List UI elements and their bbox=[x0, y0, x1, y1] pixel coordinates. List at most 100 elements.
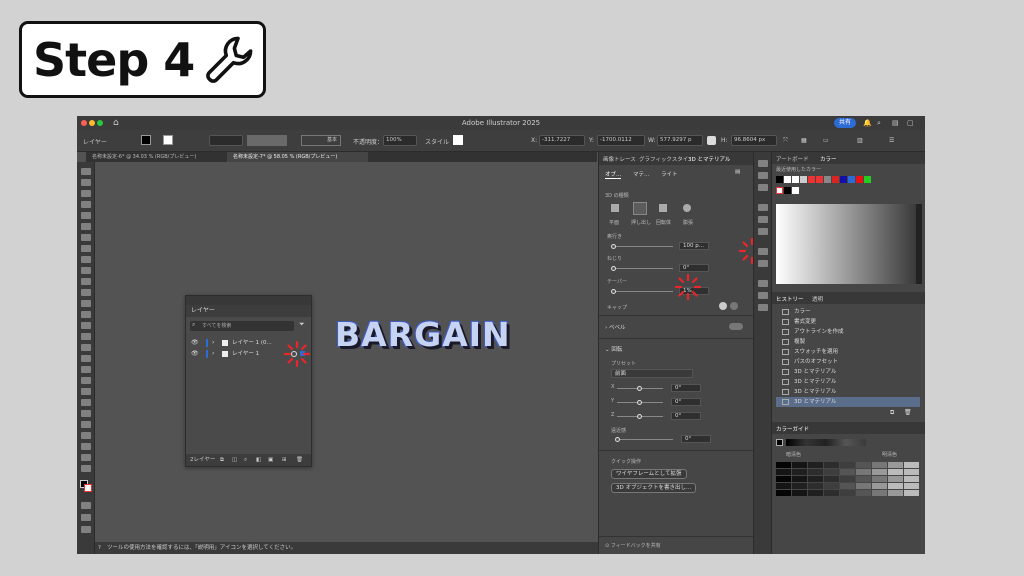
stroke-style-field[interactable]: 基本 bbox=[301, 135, 341, 146]
3d-icon[interactable] bbox=[758, 228, 768, 235]
color-guide-cell[interactable] bbox=[840, 490, 855, 496]
recent-swatch[interactable] bbox=[856, 176, 863, 183]
y-rot-field[interactable]: 0° bbox=[671, 398, 701, 406]
character-icon[interactable] bbox=[758, 248, 768, 255]
history-item[interactable]: スウォッチを適用 bbox=[776, 347, 920, 357]
base-color-swatch[interactable] bbox=[776, 439, 783, 446]
scale-tool-icon[interactable] bbox=[81, 311, 91, 318]
eyedropper-tool-icon[interactable] bbox=[81, 388, 91, 395]
curvature-tool-icon[interactable] bbox=[81, 223, 91, 230]
color-guide-cell[interactable] bbox=[792, 483, 807, 489]
bevel-toggle-label[interactable]: › ベベル bbox=[605, 323, 625, 331]
tab-doc-6[interactable]: 名称未設定-6* @ 34.03 % (RGB/プレビュー) bbox=[86, 152, 227, 162]
expand-icon[interactable]: › bbox=[212, 338, 214, 348]
help-icon[interactable]: ? bbox=[98, 542, 101, 554]
color-guide-cell[interactable] bbox=[792, 462, 807, 468]
delete-state-icon[interactable]: 🗑 bbox=[904, 409, 912, 416]
color-guide-cell[interactable] bbox=[808, 490, 823, 496]
twist-slider-knob[interactable] bbox=[611, 266, 616, 271]
visibility-icon[interactable]: 👁 bbox=[191, 338, 199, 348]
recent-swatch[interactable] bbox=[832, 176, 839, 183]
tab-history[interactable]: ヒストリー bbox=[776, 295, 804, 303]
share-button[interactable]: 共有 bbox=[834, 118, 857, 128]
perspective-slider[interactable] bbox=[617, 439, 673, 440]
color-guide-cell[interactable] bbox=[856, 476, 871, 482]
history-item[interactable]: アウトラインを作成 bbox=[776, 327, 920, 337]
tab-color-guide[interactable]: カラーガイド bbox=[776, 425, 809, 433]
bevel-switch[interactable] bbox=[729, 323, 743, 330]
color-guide-cell[interactable] bbox=[888, 462, 903, 468]
canvas-area[interactable]: レイヤー すべてを検索 ⌕ ⏷ 👁 › レイヤー 1 (0... 👁 › レイヤ… bbox=[95, 162, 598, 542]
symbols-icon[interactable] bbox=[758, 216, 768, 223]
revolve-icon[interactable] bbox=[659, 204, 667, 212]
color-guide-cell[interactable] bbox=[904, 483, 919, 489]
magic-wand-tool-icon[interactable] bbox=[81, 190, 91, 197]
align-panel-icon[interactable] bbox=[758, 292, 768, 299]
color-guide-cell[interactable] bbox=[824, 490, 839, 496]
render-icon[interactable]: ▤ bbox=[735, 169, 740, 175]
x-rot-field[interactable]: 0° bbox=[671, 384, 701, 392]
recent-swatch[interactable] bbox=[824, 176, 831, 183]
direct-selection-tool-icon[interactable] bbox=[81, 179, 91, 186]
paragraph-icon[interactable] bbox=[758, 260, 768, 267]
color-guide-cell[interactable] bbox=[904, 476, 919, 482]
tab-image-trace[interactable]: 画像トレース bbox=[603, 155, 636, 163]
color-guide-cell[interactable] bbox=[856, 490, 871, 496]
bargain-artwork[interactable]: BARGAIN bbox=[335, 315, 511, 354]
screen-mode-icon[interactable] bbox=[81, 514, 91, 521]
tab-graphic-styles[interactable]: グラフィックスタイ bbox=[639, 155, 688, 163]
color-guide-cell[interactable] bbox=[808, 469, 823, 475]
isolate-icon[interactable]: ▭ bbox=[823, 137, 829, 144]
brushes-icon[interactable] bbox=[758, 204, 768, 211]
x-field[interactable]: -311.7227 bbox=[539, 135, 585, 146]
arrange-icon[interactable]: ▥ bbox=[857, 137, 863, 144]
color-guide-cell[interactable] bbox=[776, 462, 791, 468]
history-item[interactable]: 3D とマテリアル bbox=[776, 367, 920, 377]
history-item[interactable]: 3D とマテリアル bbox=[776, 377, 920, 387]
new-layer-icon[interactable]: ⊞ bbox=[282, 454, 287, 466]
z-rot-knob[interactable] bbox=[637, 414, 642, 419]
opacity-field[interactable]: 100% bbox=[383, 135, 417, 146]
history-item[interactable]: 3D とマテリアル bbox=[776, 387, 920, 397]
paintbrush-tool-icon[interactable] bbox=[81, 267, 91, 274]
link-icon[interactable] bbox=[707, 136, 716, 145]
layers-tab[interactable]: レイヤー bbox=[186, 305, 311, 317]
filter-icon[interactable]: ⏷ bbox=[299, 320, 305, 329]
selection-tool-icon[interactable] bbox=[81, 168, 91, 175]
color-guide-cell[interactable] bbox=[776, 469, 791, 475]
tab-color[interactable]: カラー bbox=[820, 155, 837, 163]
color-guide-cell[interactable] bbox=[776, 476, 791, 482]
properties-icon[interactable] bbox=[758, 160, 768, 167]
color-guide-cell[interactable] bbox=[824, 469, 839, 475]
layer-name[interactable]: レイヤー 1 (0... bbox=[232, 338, 272, 348]
subtab-object[interactable]: オブ... bbox=[605, 170, 622, 179]
cap-on-icon[interactable] bbox=[719, 302, 727, 310]
recent-swatch[interactable] bbox=[848, 176, 855, 183]
color-guide-grid[interactable] bbox=[776, 462, 925, 502]
stroke-weight-field[interactable] bbox=[209, 135, 243, 146]
locate-icon[interactable]: ⌕ bbox=[244, 454, 247, 466]
feedback-link[interactable]: ⊙ フィードバックを共有 bbox=[605, 542, 661, 549]
eraser-tool-icon[interactable] bbox=[81, 289, 91, 296]
y-field[interactable]: -1700.0112 bbox=[597, 135, 645, 146]
pen-tool-icon[interactable] bbox=[81, 212, 91, 219]
color-guide-cell[interactable] bbox=[856, 483, 871, 489]
preset-dropdown[interactable]: 前面 bbox=[611, 369, 693, 378]
color-guide-cell[interactable] bbox=[872, 490, 887, 496]
recent-swatch[interactable] bbox=[808, 176, 815, 183]
recent-swatch[interactable] bbox=[840, 176, 847, 183]
notification-icon[interactable]: 🔔 bbox=[863, 116, 872, 130]
close-dot[interactable] bbox=[81, 120, 87, 126]
export-3d-button[interactable]: 3D オブジェクトを書き出し... bbox=[611, 483, 697, 493]
recent-swatch[interactable] bbox=[776, 176, 783, 183]
color-guide-cell[interactable] bbox=[904, 469, 919, 475]
align-icon[interactable]: ▦ bbox=[801, 137, 807, 144]
perspective-knob[interactable] bbox=[615, 437, 620, 442]
workspace-icon[interactable]: ▤ bbox=[892, 116, 899, 130]
depth-field[interactable]: 100 p... bbox=[679, 242, 709, 250]
w-field[interactable]: 577.9297 p bbox=[657, 135, 703, 146]
transform-icon[interactable]: ⤧ bbox=[783, 137, 788, 145]
libraries-icon[interactable] bbox=[758, 172, 768, 179]
recent-swatch[interactable] bbox=[792, 176, 799, 183]
color-guide-cell[interactable] bbox=[904, 490, 919, 496]
